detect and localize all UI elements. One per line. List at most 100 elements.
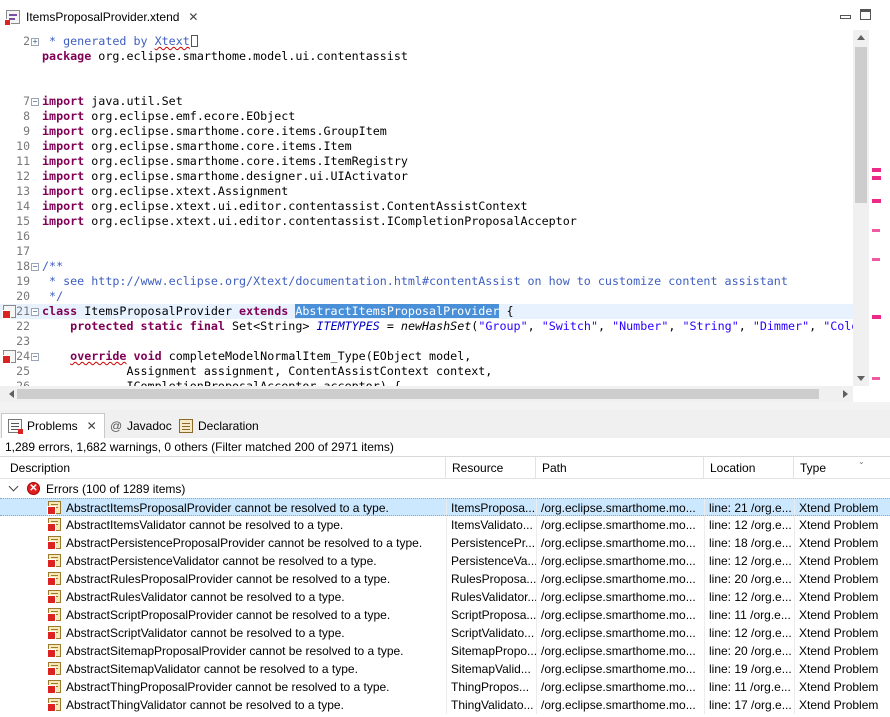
column-header-type[interactable]: Type <box>794 457 890 479</box>
warning-annotation-mark[interactable] <box>872 377 880 380</box>
code-line[interactable]: 12 import org.eclipse.smarthome.designer.… <box>0 169 853 184</box>
problem-row[interactable]: AbstractSitemapValidator cannot be resol… <box>0 660 890 678</box>
code-token: org.eclipse.xtext.Assignment <box>84 184 289 198</box>
tab-javadoc[interactable]: @ Javadoc <box>104 413 178 438</box>
problems-table[interactable]: Description Resource Path Location Type … <box>0 456 890 717</box>
problem-row[interactable]: AbstractSitemapProposalProvider cannot b… <box>0 642 890 660</box>
error-marker-icon[interactable] <box>2 305 16 319</box>
code-line[interactable]: 24 override void completeModelNormalItem… <box>0 349 853 364</box>
code-token: protected static final <box>70 319 225 333</box>
collapse-fold-icon[interactable] <box>31 353 39 361</box>
code-line[interactable]: 22 protected static final Set<String> IT… <box>0 319 853 334</box>
problem-row[interactable]: AbstractRulesProposalProvider cannot be … <box>0 570 890 588</box>
tab-declaration[interactable]: Declaration <box>173 413 265 438</box>
column-divider <box>794 642 795 660</box>
code-token: = <box>379 319 401 333</box>
overview-ruler[interactable] <box>869 30 890 386</box>
error-circle-icon: ✕ <box>27 482 40 495</box>
code-editor[interactable]: 2 * generated by Xtextpackage org.eclips… <box>0 30 853 386</box>
problem-row[interactable]: AbstractRulesValidator cannot be resolve… <box>0 588 890 606</box>
error-annotation-mark[interactable] <box>872 199 881 203</box>
line-number: 23 <box>16 334 30 348</box>
error-annotation-mark[interactable] <box>872 168 881 172</box>
problem-location-cell: line: 12 /org.e... <box>709 626 792 640</box>
problem-description: AbstractRulesProposalProvider cannot be … <box>66 572 391 586</box>
problem-row[interactable]: AbstractPersistenceValidator cannot be r… <box>0 552 890 570</box>
code-token: ItemsProposalProvider <box>77 304 240 318</box>
column-divider <box>536 534 537 552</box>
code-line[interactable]: 9 import org.eclipse.smarthome.core.items… <box>0 124 853 139</box>
code-token: org.eclipse.emf.ecore.EObject <box>84 109 296 123</box>
code-line[interactable]: 20 */ <box>0 289 853 304</box>
problem-row[interactable]: AbstractItemsProposalProvider cannot be … <box>0 498 890 517</box>
code-line[interactable]: 7 import java.util.Set <box>0 94 853 109</box>
warning-annotation-mark[interactable] <box>872 229 880 232</box>
error-annotation-mark[interactable] <box>872 315 881 319</box>
warning-annotation-mark[interactable] <box>872 258 880 261</box>
code-line[interactable]: 16 <box>0 229 853 244</box>
error-marker-icon[interactable] <box>2 350 16 364</box>
column-header-path[interactable]: Path <box>536 457 704 479</box>
code-line[interactable]: 8 import org.eclipse.emf.ecore.EObject <box>0 109 853 124</box>
code-line[interactable] <box>0 64 853 79</box>
scroll-down-icon[interactable] <box>853 370 869 386</box>
editor-tab[interactable]: ItemsProposalProvider.xtend ✕ <box>0 3 202 30</box>
tab-problems[interactable]: Problems ✕ <box>1 413 105 438</box>
code-line[interactable]: 19 * see http://www.eclipse.org/Xtext/do… <box>0 274 853 289</box>
maximize-icon[interactable] <box>860 9 871 20</box>
code-line[interactable] <box>0 79 853 94</box>
column-header-resource[interactable]: Resource <box>446 457 536 479</box>
scroll-left-icon[interactable] <box>0 386 16 402</box>
code-line[interactable]: 26 ICompletionProposalAcceptor acceptor)… <box>0 379 853 386</box>
code-token: * see http://www.eclipse.org/Xtext/docum… <box>42 274 788 288</box>
problem-row[interactable]: AbstractThingValidator cannot be resolve… <box>0 696 890 714</box>
code-line[interactable]: 11 import org.eclipse.smarthome.core.item… <box>0 154 853 169</box>
problem-path-cell: /org.eclipse.smarthome.mo... <box>541 608 696 622</box>
tab-declaration-label: Declaration <box>198 418 259 433</box>
minimize-icon[interactable] <box>839 9 851 20</box>
folded-block-indicator[interactable] <box>190 35 198 47</box>
problem-row[interactable]: AbstractScriptProposalProvider cannot be… <box>0 606 890 624</box>
problem-row[interactable]: AbstractScriptValidator cannot be resolv… <box>0 624 890 642</box>
code-token: Assignment assignment, ContentAssistCont… <box>42 364 493 378</box>
problem-row[interactable]: AbstractThingProposalProvider cannot be … <box>0 678 890 696</box>
scroll-right-icon[interactable] <box>837 386 853 402</box>
column-header-description[interactable]: Description <box>0 457 446 479</box>
close-icon[interactable]: ✕ <box>187 10 199 24</box>
code-line[interactable]: 17 <box>0 244 853 259</box>
pane-separator[interactable] <box>0 402 890 410</box>
problem-location-cell: line: 12 /org.e... <box>709 554 792 568</box>
vertical-scrollbar[interactable] <box>853 30 869 386</box>
code-token: org.eclipse.xtext.ui.editor.contentassis… <box>84 214 577 228</box>
column-header-location[interactable]: Location <box>704 457 794 479</box>
vertical-scroll-thumb[interactable] <box>855 47 867 203</box>
code-line[interactable]: 25 Assignment assignment, ContentAssistC… <box>0 364 853 379</box>
code-line[interactable]: 10 import org.eclipse.smarthome.core.item… <box>0 139 853 154</box>
code-line[interactable]: 18 /** <box>0 259 853 274</box>
code-line[interactable]: 23 <box>0 334 853 349</box>
code-token: ITEMTYPES <box>316 319 380 333</box>
column-divider <box>704 570 705 588</box>
code-line[interactable]: 14 import org.eclipse.xtext.ui.editor.con… <box>0 199 853 214</box>
problem-location-cell: line: 12 /org.e... <box>709 518 792 532</box>
column-divider <box>704 624 705 642</box>
scroll-up-icon[interactable] <box>853 30 869 46</box>
close-icon[interactable]: ✕ <box>86 419 98 433</box>
code-line[interactable]: 2 * generated by Xtext <box>0 34 853 49</box>
collapse-fold-icon[interactable] <box>31 308 39 316</box>
code-line[interactable]: 15 import org.eclipse.xtext.ui.editor.con… <box>0 214 853 229</box>
error-annotation-mark[interactable] <box>872 176 881 180</box>
expand-fold-icon[interactable] <box>31 38 39 46</box>
horizontal-scroll-thumb[interactable] <box>17 389 819 399</box>
problem-row[interactable]: AbstractPersistenceProposalProvider cann… <box>0 534 890 552</box>
code-line[interactable]: 21 class ItemsProposalProvider extends Ab… <box>0 304 853 319</box>
code-line[interactable]: 13 import org.eclipse.xtext.Assignment <box>0 184 853 199</box>
error-group-row[interactable]: ✕ Errors (100 of 1289 items) <box>0 480 890 498</box>
problem-row[interactable]: AbstractItemsValidator cannot be resolve… <box>0 516 890 534</box>
code-line[interactable]: package org.eclipse.smarthome.model.ui.c… <box>0 49 853 64</box>
problem-description: AbstractItemsValidator cannot be resolve… <box>66 518 344 532</box>
collapse-fold-icon[interactable] <box>31 98 39 106</box>
horizontal-scrollbar[interactable] <box>0 386 853 402</box>
collapse-fold-icon[interactable] <box>31 263 39 271</box>
chevron-down-icon[interactable] <box>8 481 19 492</box>
